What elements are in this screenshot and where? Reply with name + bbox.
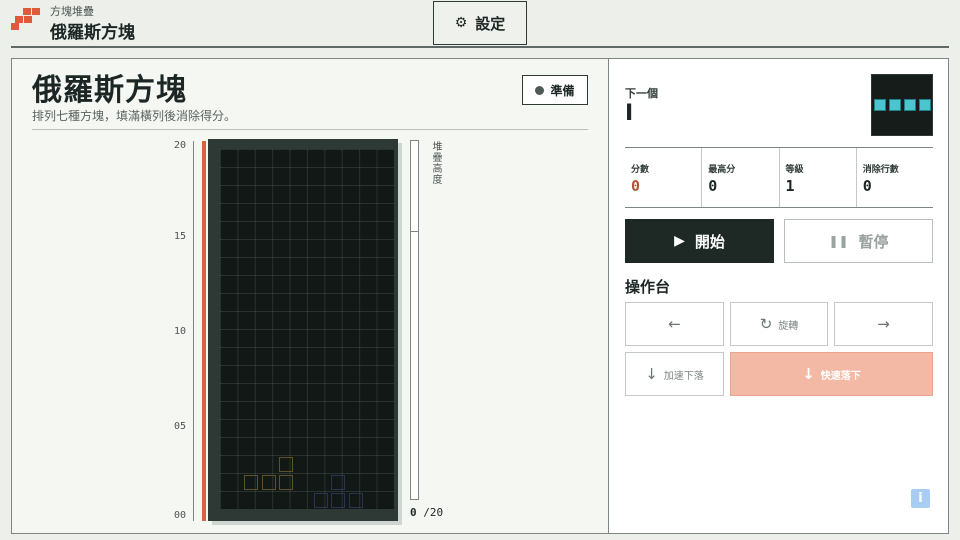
stats-row: 分數 0 最高分 0 等級 1 消除行數 0 xyxy=(625,148,933,208)
stat-lines-cleared: 消除行數 0 xyxy=(857,148,933,207)
stat-score: 分數 0 xyxy=(625,148,703,207)
gauge-tick xyxy=(410,231,419,232)
status-dot-icon xyxy=(535,85,545,95)
settled-block xyxy=(331,493,345,508)
settings-label: 設定 xyxy=(475,14,506,33)
pause-icon: ❚❚ xyxy=(828,234,849,248)
stat-label: 分數 xyxy=(631,165,650,175)
preview-block xyxy=(904,99,916,111)
side-panel: 下一個 I 分數 0 最高分 0 等級 1 消除行數 0 ▶ 開始 ❚❚ 暫停 … xyxy=(608,59,948,533)
next-piece-name: I xyxy=(625,101,634,126)
stat-label: 等級 xyxy=(785,165,804,175)
gauge-value: 0 xyxy=(410,506,417,519)
stack-height-gauge xyxy=(410,140,419,500)
stat-high-score: 最高分 0 xyxy=(702,148,780,207)
hard-drop-label: 快速落下 xyxy=(820,370,861,382)
soft-drop-label: 加速下落 xyxy=(663,370,704,382)
axis-label: 10 xyxy=(174,326,187,337)
preview-block xyxy=(919,99,931,111)
rotate-icon: ↻ xyxy=(759,315,773,333)
axis-line xyxy=(193,141,194,521)
app-title: 俄羅斯方塊 xyxy=(50,23,135,43)
settled-block xyxy=(331,475,345,490)
stat-value: 0 xyxy=(862,177,872,195)
pause-label: 暫停 xyxy=(858,232,889,251)
settled-block xyxy=(279,475,293,490)
gauge-label: 堆疊高度 xyxy=(430,141,441,185)
logo-icon xyxy=(11,8,41,30)
game-description: 排列七種方塊，填滿橫列後消除得分。 xyxy=(32,109,237,123)
start-button[interactable]: ▶ 開始 xyxy=(625,219,774,263)
game-title: 俄羅斯方塊 xyxy=(32,73,187,108)
arrow-left-icon: ← xyxy=(668,315,681,333)
title-divider xyxy=(32,129,588,130)
stat-value: 0 xyxy=(631,177,641,195)
controls-title: 操作台 xyxy=(625,278,671,296)
info-icon: i xyxy=(918,491,923,506)
rotate-label: 旋轉 xyxy=(778,320,799,332)
axis-label: 05 xyxy=(174,421,187,432)
soft-drop-button[interactable]: ↓ 加速下落 xyxy=(625,352,724,396)
settled-block xyxy=(279,457,293,472)
pause-button[interactable]: ❚❚ 暫停 xyxy=(784,219,933,263)
game-area: 俄羅斯方塊 排列七種方塊，填滿橫列後消除得分。 準備 20 15 10 05 0… xyxy=(12,59,608,533)
arrow-down-icon: ↓ xyxy=(645,365,658,383)
settled-block xyxy=(244,475,258,490)
app-subtitle: 方塊堆疊 xyxy=(50,5,94,18)
app-header: 方塊堆疊 俄羅斯方塊 ⚙ 設定 xyxy=(0,0,960,48)
preview-block xyxy=(889,99,901,111)
move-right-button[interactable]: → xyxy=(834,302,933,346)
play-icon: ▶ xyxy=(674,233,685,249)
game-board[interactable] xyxy=(220,149,394,509)
preview-block xyxy=(874,99,886,111)
stat-label: 消除行數 xyxy=(862,165,899,175)
gauge-max: /20 xyxy=(423,506,444,519)
stat-level: 等級 1 xyxy=(780,148,857,207)
hard-drop-button[interactable]: ↓ 快速落下 xyxy=(730,352,933,396)
arrow-right-icon: → xyxy=(877,315,890,333)
settled-block xyxy=(349,493,363,508)
main-panel: 俄羅斯方塊 排列七種方塊，填滿橫列後消除得分。 準備 20 15 10 05 0… xyxy=(11,58,949,534)
arrow-down-icon: ↓ xyxy=(802,365,815,383)
move-left-button[interactable]: ← xyxy=(625,302,724,346)
stat-value: 1 xyxy=(785,177,795,195)
axis-label: 15 xyxy=(174,231,187,242)
start-label: 開始 xyxy=(694,232,725,251)
next-piece-preview xyxy=(871,74,933,136)
stat-value: 0 xyxy=(708,177,718,195)
settings-button[interactable]: ⚙ 設定 xyxy=(433,1,527,45)
axis-label: 00 xyxy=(174,510,187,521)
settled-block xyxy=(262,475,276,490)
rotate-button[interactable]: ↻ 旋轉 xyxy=(730,302,828,346)
status-badge: 準備 xyxy=(522,75,588,105)
status-label: 準備 xyxy=(550,83,575,98)
danger-bar xyxy=(202,141,206,521)
header-divider xyxy=(11,46,949,48)
stat-label: 最高分 xyxy=(708,165,736,175)
gauge-count: 0 /20 xyxy=(410,506,443,519)
axis-label: 20 xyxy=(174,140,187,151)
info-button[interactable]: i xyxy=(911,489,930,508)
settled-block xyxy=(314,493,328,508)
gear-icon: ⚙ xyxy=(454,15,468,31)
next-label: 下一個 xyxy=(625,87,658,100)
